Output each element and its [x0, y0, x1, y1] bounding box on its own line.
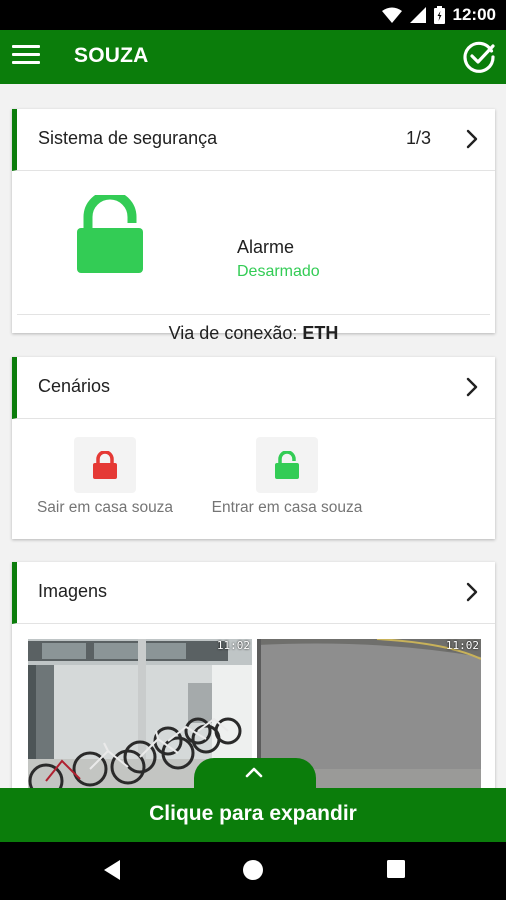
- camera-timestamp: 11:02: [445, 639, 479, 652]
- home-icon[interactable]: [242, 859, 264, 881]
- connection-prefix: Via de conexão:: [168, 323, 303, 343]
- security-title: Sistema de segurança: [38, 128, 218, 148]
- security-card: Sistema de segurança 1/3 Alarme Desarmad…: [12, 109, 495, 343]
- system-nav-bar: [0, 842, 506, 900]
- wifi-icon: [381, 7, 402, 23]
- scenes-card-header[interactable]: Cenários: [12, 357, 495, 419]
- scene-leave-home[interactable]: Sair em casa souza: [31, 437, 179, 517]
- lock-open-icon: [275, 451, 299, 479]
- scenes-title: Cenários: [38, 376, 111, 396]
- divider: [17, 314, 490, 315]
- expand-label: Clique para expandir: [149, 802, 357, 825]
- alarm-label: Alarme: [237, 237, 295, 257]
- lock-closed-icon: [93, 451, 117, 479]
- scene-label: Entrar em casa souza: [211, 499, 363, 516]
- content-area[interactable]: Sistema de segurança 1/3 Alarme Desarmad…: [0, 84, 506, 788]
- scene-label: Sair em casa souza: [36, 499, 174, 516]
- back-icon[interactable]: [102, 859, 122, 881]
- status-bar: 12:00: [0, 0, 506, 30]
- images-card: Imagens 11:02 11:02: [12, 562, 495, 788]
- security-card-header[interactable]: Sistema de segurança 1/3: [12, 109, 495, 171]
- alarm-status: Desarmado: [237, 263, 320, 280]
- expand-button[interactable]: Clique para expandir: [0, 788, 506, 842]
- status-time: 12:00: [452, 5, 496, 24]
- scenes-card: Cenários Sair em casa souza Entrar em ca…: [12, 357, 495, 539]
- scene-enter-home[interactable]: Entrar em casa souza: [204, 437, 370, 517]
- status-icons: 12:00: [381, 5, 496, 25]
- connection-value: ETH: [302, 323, 339, 343]
- camera-timestamp: 11:02: [216, 639, 250, 652]
- scene-icon-box[interactable]: [74, 437, 136, 493]
- chevron-right-icon[interactable]: [465, 580, 479, 604]
- images-card-header[interactable]: Imagens: [12, 562, 495, 624]
- scene-icon-box[interactable]: [256, 437, 318, 493]
- app-title: SOUZA: [74, 44, 149, 67]
- check-circle-icon[interactable]: [462, 40, 496, 74]
- chevron-up-icon: [245, 767, 263, 778]
- cell-signal-icon: [409, 7, 426, 23]
- lock-open-icon[interactable]: [76, 195, 144, 275]
- security-count: 1/3: [405, 128, 431, 148]
- app-bar: SOUZA: [0, 30, 506, 84]
- chevron-right-icon[interactable]: [465, 375, 479, 399]
- expand-tab[interactable]: [194, 758, 316, 792]
- chevron-right-icon[interactable]: [465, 127, 479, 151]
- battery-icon: [433, 6, 445, 24]
- recents-icon[interactable]: [386, 859, 406, 879]
- menu-icon[interactable]: [12, 45, 40, 69]
- connection-info: Via de conexão: ETH: [12, 323, 495, 344]
- images-title: Imagens: [38, 581, 108, 601]
